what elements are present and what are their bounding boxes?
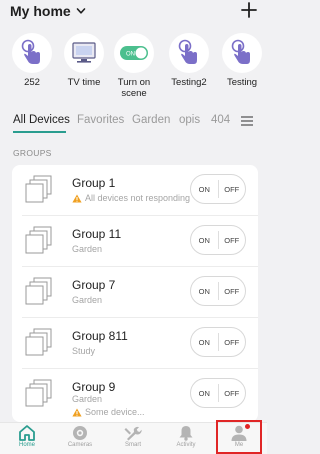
tabbar-smart[interactable]: Smart [113,425,153,448]
chevron-down-icon [76,8,85,14]
scene-label: Testing [226,77,258,88]
off-button[interactable]: OFF [219,185,246,194]
header: My home [0,0,267,24]
group-name: Group 9 [72,380,116,394]
svg-text:ON: ON [126,52,135,58]
on-button[interactable]: ON [191,338,218,347]
group-stack-icon [25,379,52,407]
scene-item[interactable]: Testing2 [162,33,216,88]
on-button[interactable]: ON [191,236,218,245]
off-button[interactable]: OFF [219,389,246,398]
tab-404[interactable]: 404 [211,114,230,126]
group-room: Study [72,346,96,356]
list-item[interactable]: Group 1 All devices not responding ON OF… [12,165,258,216]
on-off-toggle[interactable]: ON OFF [190,378,246,408]
scenes-row: 252 TV time ON Turn on scene Testing2 Te… [0,33,267,103]
group-status: All devices not responding [72,193,190,203]
group-status: Some device... [72,407,145,417]
list-item[interactable]: Group 11 Garden ON OFF [12,216,258,267]
room-tabs: All Devices Favorites Garden opis 404 [0,110,267,134]
scene-label: TV time [67,77,101,88]
off-button[interactable]: OFF [219,338,246,347]
toggle-icon: ON [120,46,148,60]
scene-label: Turn on scene [117,77,151,99]
on-button[interactable]: ON [191,389,218,398]
scene-label: Testing2 [171,77,207,88]
plus-icon [241,2,257,18]
tap-hand-icon [178,39,197,64]
tab-all-devices[interactable]: All Devices [13,114,70,126]
tabbar-home[interactable]: Home [7,425,47,448]
wrench-icon [124,426,142,441]
group-name: Group 811 [72,329,128,343]
groups-heading: GROUPS [13,148,52,158]
scene-item[interactable]: TV time [57,33,111,88]
list-item[interactable]: Group 7 Garden ON OFF [12,267,258,318]
home-selector[interactable]: My home [10,3,86,19]
group-stack-icon [25,328,52,356]
warning-icon [72,194,82,202]
tabbar-activity[interactable]: Activity [166,425,206,448]
tv-icon [72,42,96,63]
on-off-toggle[interactable]: ON OFF [190,327,246,357]
camera-icon [73,426,87,440]
tab-garden[interactable]: Garden [132,114,170,126]
tap-hand-icon [231,39,250,64]
groups-list: Group 1 All devices not responding ON OF… [12,165,258,422]
home-icon [19,425,35,441]
add-button[interactable] [240,0,258,20]
highlight-box [216,420,262,454]
off-button[interactable]: OFF [219,236,246,245]
menu-icon[interactable] [241,116,253,126]
scene-item[interactable]: ON Turn on scene [107,33,161,99]
tap-hand-icon [21,39,40,64]
tab-favorites[interactable]: Favorites [77,114,124,126]
list-item[interactable]: Group 9 Garden Some device... ON OFF [12,369,258,422]
tabbar-cameras[interactable]: Cameras [60,425,100,448]
on-off-toggle[interactable]: ON OFF [190,276,246,306]
list-item[interactable]: Group 811 Study ON OFF [12,318,258,369]
group-name: Group 7 [72,278,116,292]
group-name: Group 1 [72,176,116,190]
warning-icon [72,408,82,416]
group-room: Garden [72,295,103,305]
scene-label: 252 [24,77,40,88]
group-stack-icon [25,277,52,305]
on-button[interactable]: ON [191,287,218,296]
on-off-toggle[interactable]: ON OFF [190,174,246,204]
off-button[interactable]: OFF [219,287,246,296]
group-stack-icon [25,175,52,203]
scene-item[interactable]: 252 [5,33,59,88]
on-button[interactable]: ON [191,185,218,194]
scene-item[interactable]: Testing [215,33,269,88]
on-off-toggle[interactable]: ON OFF [190,225,246,255]
tab-opis[interactable]: opis [179,114,200,126]
active-tab-indicator [13,131,66,133]
group-name: Group 11 [72,227,122,241]
home-title: My home [10,3,71,19]
group-room: Garden [72,244,103,254]
group-stack-icon [25,226,52,254]
group-room: Garden [72,394,103,404]
bell-icon [179,426,193,441]
